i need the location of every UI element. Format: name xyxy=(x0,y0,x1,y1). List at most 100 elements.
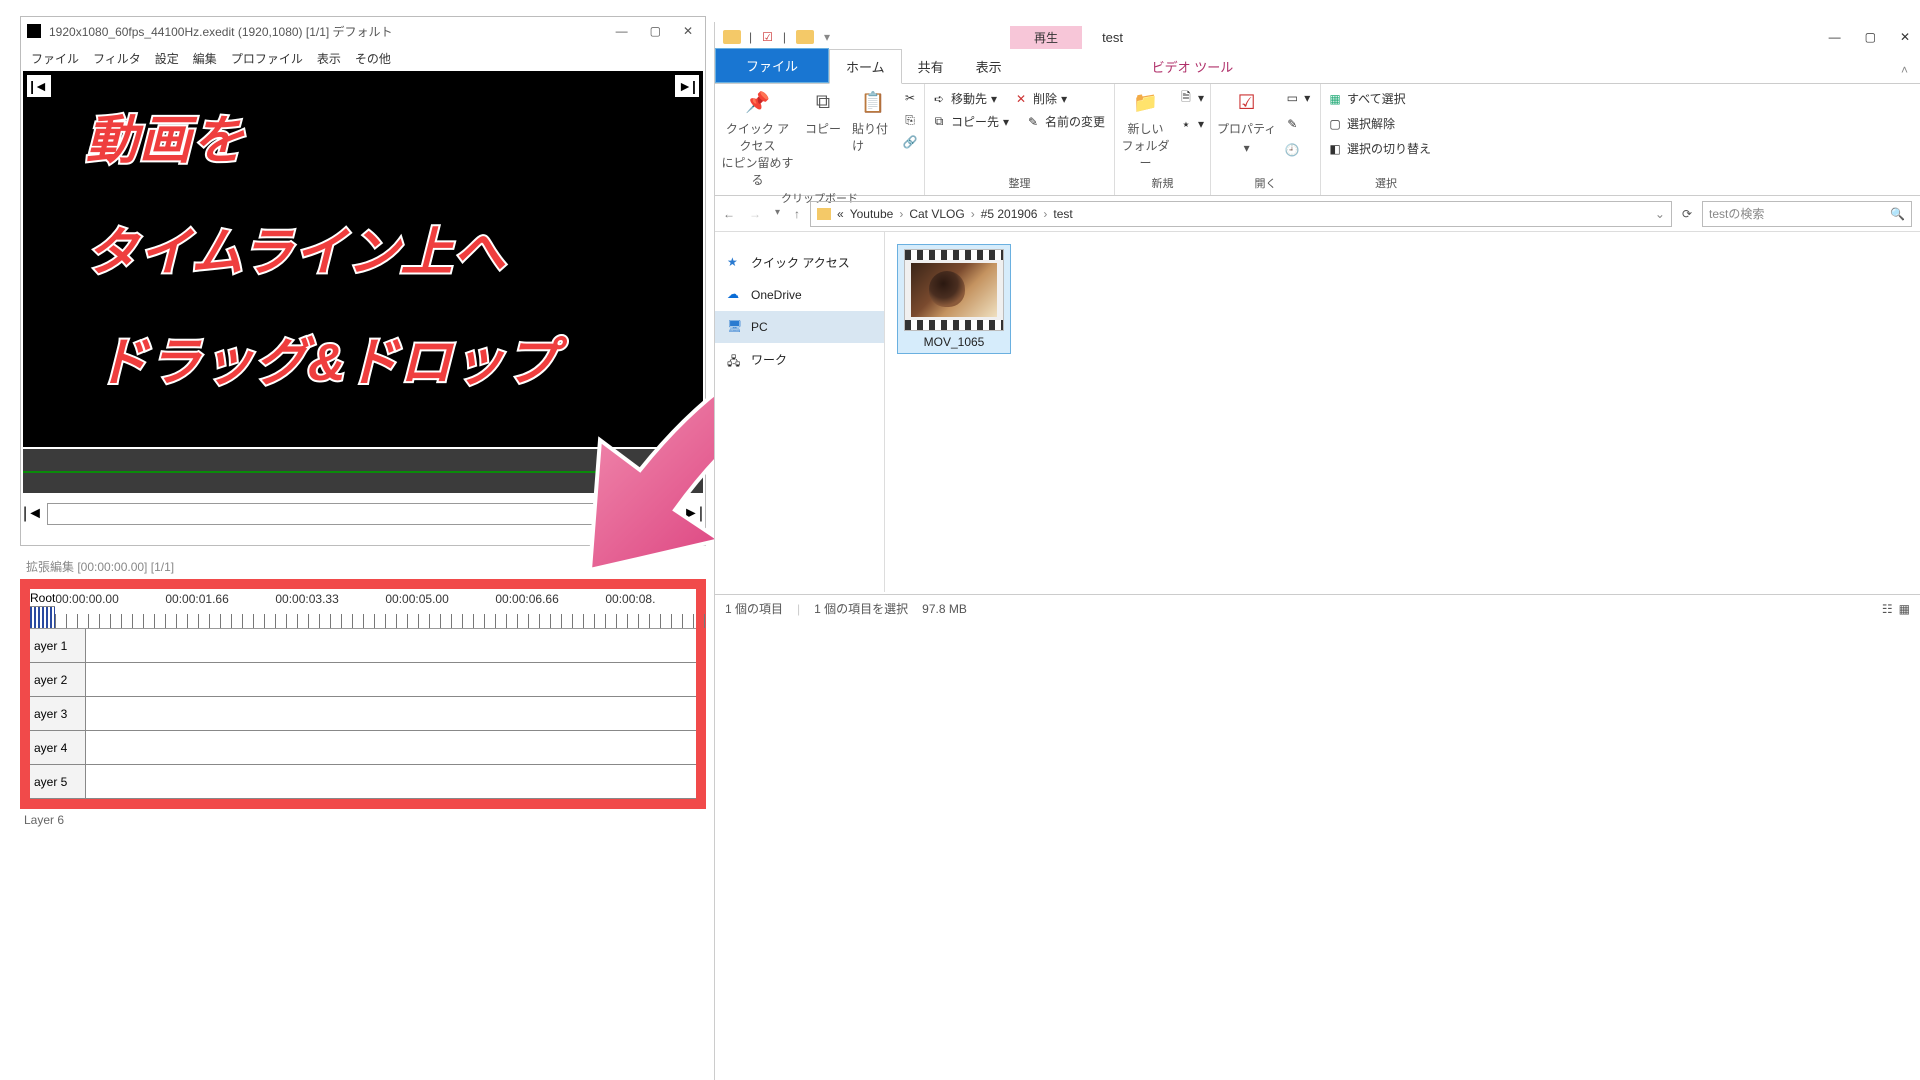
layer-row-5[interactable]: ayer 5 xyxy=(30,765,696,799)
path-seg-1[interactable]: Youtube xyxy=(850,207,894,221)
audio-waveform[interactable] xyxy=(23,449,703,493)
seek-end-icon[interactable]: ►| xyxy=(675,75,699,97)
layer-row-2[interactable]: ayer 2 xyxy=(30,663,696,697)
tab-home[interactable]: ホーム xyxy=(829,49,902,84)
close-icon[interactable]: ✕ xyxy=(1900,30,1910,44)
nav-recent-icon[interactable]: ▾ xyxy=(775,207,780,221)
refresh-icon[interactable]: ⟳ xyxy=(1682,207,1692,221)
aviutl-menubar: ファイル フィルタ 設定 編集 プロファイル 表示 その他 xyxy=(21,45,705,71)
minimize-icon[interactable]: — xyxy=(1829,30,1841,44)
ribbon-tabs: ファイル ホーム 共有 表示 ビデオ ツール ˄ xyxy=(715,52,1920,84)
minimize-icon[interactable]: — xyxy=(616,24,628,38)
nav-quick-access[interactable]: ★クイック アクセス xyxy=(715,246,884,279)
timeline-ruler[interactable]: 00:00:00.00 00:00:01.66 00:00:03.33 00:0… xyxy=(55,589,715,628)
nav-onedrive[interactable]: ☁OneDrive xyxy=(715,279,884,311)
copy-button[interactable]: ⧉コピー xyxy=(802,88,844,137)
search-placeholder: testの検索 xyxy=(1709,205,1764,222)
file-item[interactable]: MOV_1065 xyxy=(897,244,1011,354)
qat-folder-icon[interactable] xyxy=(796,30,814,44)
seek-start-icon[interactable]: |◄ xyxy=(27,75,51,97)
timeline-title: 拡張編集 [00:00:00.00] [1/1] xyxy=(20,554,706,579)
qat-properties-icon[interactable]: ☑ xyxy=(762,30,773,44)
invert-selection-button[interactable]: ◧選択の切り替え xyxy=(1327,138,1431,159)
cut-button[interactable]: ✂ xyxy=(902,88,918,108)
nav-up-icon[interactable]: ↑ xyxy=(794,207,800,221)
paste-button[interactable]: 📋貼り付け xyxy=(852,88,894,154)
tab-view[interactable]: 表示 xyxy=(960,50,1018,83)
close-icon[interactable]: ✕ xyxy=(683,24,693,38)
tab-file[interactable]: ファイル xyxy=(715,48,829,83)
path-seg-3[interactable]: #5 201906 xyxy=(981,207,1038,221)
status-selected: 1 個の項目を選択 xyxy=(814,600,908,617)
path-seg-2[interactable]: Cat VLOG xyxy=(909,207,964,221)
move-to-button[interactable]: ➪移動先 ▾ xyxy=(931,88,997,109)
explorer-titlebar[interactable]: | ☑ | ▾ 再生 test — ▢ ✕ xyxy=(715,22,1920,52)
nav-forward-icon[interactable]: → xyxy=(749,207,761,221)
time-3: 00:00:05.00 xyxy=(385,592,495,606)
timeline-zoom[interactable] xyxy=(30,607,55,628)
timeline-root-label[interactable]: Root xyxy=(30,589,55,607)
menu-file[interactable]: ファイル xyxy=(31,50,79,67)
scrub-left-icon[interactable]: |◄ xyxy=(23,505,43,523)
maximize-icon[interactable]: ▢ xyxy=(1865,30,1876,44)
nav-network[interactable]: 🖧ワーク xyxy=(715,343,884,376)
address-bar[interactable]: « Youtube› Cat VLOG› #5 201906› test ⌄ xyxy=(810,201,1672,227)
select-all-button[interactable]: ▦すべて選択 xyxy=(1327,88,1406,109)
aviutl-title: 1920x1080_60fps_44100Hz.exedit (1920,108… xyxy=(49,23,393,40)
tab-video-tools[interactable]: ビデオ ツール xyxy=(1136,50,1250,83)
scrub-track[interactable] xyxy=(47,503,663,525)
time-2: 00:00:03.33 xyxy=(275,592,385,606)
layer-row-1[interactable]: ayer 1 xyxy=(30,629,696,663)
edit-button[interactable]: ✎ xyxy=(1284,114,1310,134)
select-none-button[interactable]: ▢選択解除 xyxy=(1327,113,1395,134)
overlay-line2: タイムライン上へ xyxy=(86,222,506,284)
maximize-icon[interactable]: ▢ xyxy=(650,24,661,38)
history-button[interactable]: 🕘 xyxy=(1284,140,1310,160)
status-size: 97.8 MB xyxy=(922,602,967,616)
timeline-highlight: Root 00:00:00.00 00:00:01.66 00:00:03.33… xyxy=(20,579,706,809)
ribbon-collapse-icon[interactable]: ˄ xyxy=(1889,57,1920,83)
properties-button[interactable]: ☑プロパティ▾ xyxy=(1217,88,1276,155)
scrub-bar: |◄ ▸| ►| xyxy=(23,495,703,533)
qat-dropdown-icon[interactable]: ▾ xyxy=(824,30,830,44)
menu-edit[interactable]: 編集 xyxy=(193,50,217,67)
contextual-tab-play[interactable]: 再生 xyxy=(1010,26,1082,49)
new-folder-button[interactable]: 📁新しい フォルダー xyxy=(1121,88,1170,171)
scrub-right-icon[interactable]: ►| xyxy=(683,505,703,523)
scrub-step-icon[interactable]: ▸| xyxy=(667,504,679,524)
menu-settings[interactable]: 設定 xyxy=(155,50,179,67)
menu-profile[interactable]: プロファイル xyxy=(231,50,303,67)
menu-other[interactable]: その他 xyxy=(355,50,391,67)
copy-path-button[interactable]: ⎘ xyxy=(902,110,918,130)
easy-access-button[interactable]: ⭑▾ xyxy=(1178,114,1204,134)
menu-view[interactable]: 表示 xyxy=(317,50,341,67)
group-open: 開く xyxy=(1217,173,1314,191)
layer-label-4: ayer 4 xyxy=(30,731,86,764)
quick-access-toolbar: | ☑ | ▾ xyxy=(749,30,830,44)
open-button[interactable]: ▭▾ xyxy=(1284,88,1310,108)
path-seg-4[interactable]: test xyxy=(1053,207,1072,221)
copy-to-button[interactable]: ⧉コピー先 ▾ xyxy=(931,111,1009,132)
layer-label-2: ayer 2 xyxy=(30,663,86,696)
layer-row-3[interactable]: ayer 3 xyxy=(30,697,696,731)
pin-button[interactable]: 📌クイック アクセス にピン留めする xyxy=(721,88,794,188)
delete-button[interactable]: ✕削除 ▾ xyxy=(1013,88,1067,109)
layer-label-1: ayer 1 xyxy=(30,629,86,662)
nav-back-icon[interactable]: ← xyxy=(723,207,735,221)
paste-shortcut-button[interactable]: 🔗 xyxy=(902,132,918,152)
nav-pane: ★クイック アクセス ☁OneDrive 🖥PC 🖧ワーク xyxy=(715,232,885,592)
view-details-icon[interactable]: ☷ xyxy=(1882,602,1893,616)
aviutl-titlebar[interactable]: 1920x1080_60fps_44100Hz.exedit (1920,108… xyxy=(21,17,705,45)
view-thumbnails-icon[interactable]: ▦ xyxy=(1899,602,1910,616)
path-dropdown-icon[interactable]: ⌄ xyxy=(1655,207,1665,221)
layer-row-4[interactable]: ayer 4 xyxy=(30,731,696,765)
rename-button[interactable]: ✎名前の変更 xyxy=(1025,111,1105,132)
folder-icon xyxy=(723,30,741,44)
tab-share[interactable]: 共有 xyxy=(902,50,960,83)
new-item-button[interactable]: 🗎▾ xyxy=(1178,88,1204,108)
file-list[interactable]: MOV_1065 xyxy=(885,232,1920,592)
menu-filter[interactable]: フィルタ xyxy=(93,50,141,67)
time-5: 00:00:08. xyxy=(605,592,715,606)
nav-pc[interactable]: 🖥PC xyxy=(715,311,884,343)
search-box[interactable]: testの検索 🔍 xyxy=(1702,201,1912,227)
